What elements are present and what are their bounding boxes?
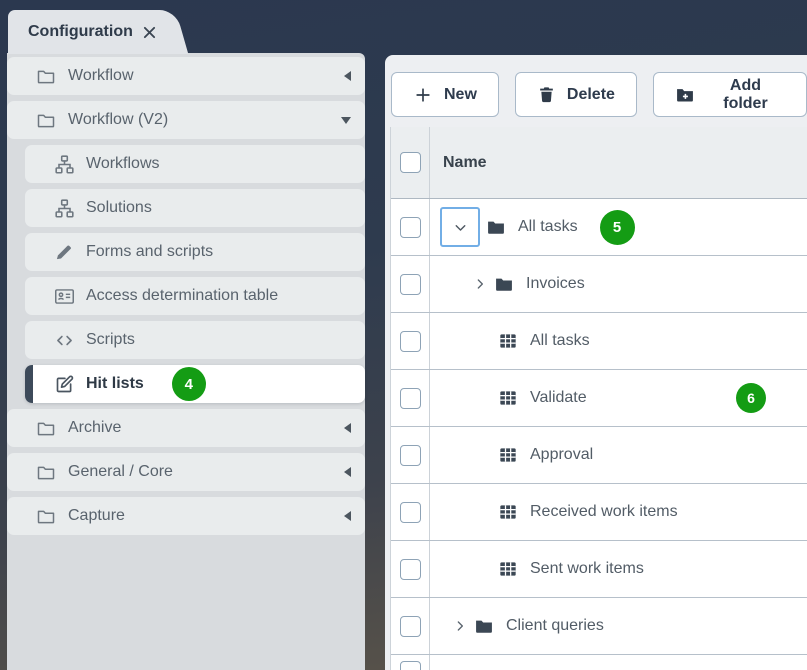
folder-icon xyxy=(35,461,57,483)
chevron-down-icon xyxy=(452,219,469,236)
new-button-label: New xyxy=(444,85,477,103)
folder-icon xyxy=(35,417,57,439)
grid-icon xyxy=(498,331,518,351)
row-checkbox[interactable] xyxy=(399,661,421,670)
sitemap-icon xyxy=(53,153,75,175)
sidebar-item-label: Hit lists xyxy=(86,375,144,392)
row-label: Validate xyxy=(530,389,587,406)
row-label: All tasks xyxy=(518,218,578,235)
row-label: Client queries xyxy=(506,617,604,634)
folder-icon xyxy=(35,65,57,87)
row-checkbox[interactable] xyxy=(399,273,421,295)
toolbar: New Delete Add folder xyxy=(391,72,807,117)
sidebar: Workflow Workflow (V2) Workflows Solutio… xyxy=(7,53,365,670)
new-button[interactable]: New xyxy=(391,72,499,117)
sidebar-item-hit-lists[interactable]: Hit lists 4 xyxy=(25,365,365,403)
folder-icon xyxy=(474,616,494,636)
table-row-sent-work-items[interactable]: Sent work items xyxy=(391,541,807,598)
select-all-checkbox[interactable] xyxy=(399,152,421,173)
sidebar-item-forms-and-scripts[interactable]: Forms and scripts xyxy=(25,233,365,271)
close-icon[interactable] xyxy=(143,26,156,39)
collapse-left-icon xyxy=(344,71,351,81)
grid-icon xyxy=(498,445,518,465)
sidebar-item-workflow[interactable]: Workflow xyxy=(7,57,365,95)
collapse-left-icon xyxy=(344,467,351,477)
plus-icon xyxy=(413,85,433,105)
row-checkbox[interactable] xyxy=(399,615,421,637)
table-row-partial xyxy=(391,655,807,670)
table-row-received-work-items[interactable]: Received work items xyxy=(391,484,807,541)
folder-icon xyxy=(35,109,57,131)
sidebar-item-access-determination-table[interactable]: Access determination table xyxy=(25,277,365,315)
step-badge: 4 xyxy=(171,367,206,401)
step-badge: 6 xyxy=(736,383,766,413)
collapse-row-button[interactable] xyxy=(440,207,480,247)
tab-configuration[interactable]: Configuration xyxy=(8,10,158,54)
table-header: Name xyxy=(391,127,807,199)
tab-title: Configuration xyxy=(28,23,133,40)
table-row-approval[interactable]: Approval xyxy=(391,427,807,484)
table-row-invoices[interactable]: Invoices xyxy=(391,256,807,313)
pencil-icon xyxy=(53,241,75,263)
row-checkbox[interactable] xyxy=(399,330,421,352)
sidebar-item-label: Capture xyxy=(68,507,125,524)
sidebar-item-capture[interactable]: Capture xyxy=(7,497,365,535)
chevron-right-icon[interactable] xyxy=(472,276,488,292)
folder-icon xyxy=(494,274,514,294)
edit-icon xyxy=(53,373,75,395)
configuration-screen: Configuration Workflow Workflow (V2) Wor… xyxy=(0,0,807,670)
sidebar-item-workflows[interactable]: Workflows xyxy=(25,145,365,183)
row-checkbox[interactable] xyxy=(399,444,421,466)
add-folder-button[interactable]: Add folder xyxy=(652,72,807,117)
collapse-left-icon xyxy=(344,511,351,521)
sidebar-item-label: Workflows xyxy=(86,155,160,172)
name-column-header: Name xyxy=(443,153,487,171)
sidebar-item-solutions[interactable]: Solutions xyxy=(25,189,365,227)
folder-plus-icon xyxy=(675,85,695,105)
table-row-all-tasks[interactable]: All tasks xyxy=(391,313,807,370)
row-label: Received work items xyxy=(530,503,678,520)
row-checkbox[interactable] xyxy=(399,501,421,523)
row-label: Sent work items xyxy=(530,560,644,577)
grid-icon xyxy=(498,502,518,522)
sidebar-item-label: Access determination table xyxy=(86,287,279,304)
table-row-validate[interactable]: Validate 6 xyxy=(391,370,807,427)
trash-icon xyxy=(537,85,556,104)
sidebar-item-general-core[interactable]: General / Core xyxy=(7,453,365,491)
sidebar-item-label: Workflow (V2) xyxy=(68,111,169,128)
folder-icon xyxy=(35,505,57,527)
row-checkbox[interactable] xyxy=(399,558,421,580)
expand-down-icon xyxy=(341,116,351,124)
sidebar-item-archive[interactable]: Archive xyxy=(7,409,365,447)
id-card-icon xyxy=(53,285,75,307)
main-panel: New Delete Add folder Name All tasks 5 I… xyxy=(385,55,807,670)
row-label: Invoices xyxy=(526,275,585,292)
sitemap-icon xyxy=(53,197,75,219)
sidebar-item-label: General / Core xyxy=(68,463,173,480)
sidebar-item-workflow-v2[interactable]: Workflow (V2) xyxy=(7,101,365,139)
table-row-client-queries[interactable]: Client queries xyxy=(391,598,807,655)
sidebar-item-label: Archive xyxy=(68,419,122,436)
delete-button-label: Delete xyxy=(566,85,615,103)
table-row-all-tasks-folder[interactable]: All tasks 5 xyxy=(391,199,807,256)
hit-lists-table: Name All tasks 5 Invoices All tasks Vali… xyxy=(390,127,807,670)
row-label: Approval xyxy=(530,446,594,463)
row-checkbox[interactable] xyxy=(399,216,421,238)
sidebar-item-label: Workflow xyxy=(68,67,134,84)
add-folder-button-label: Add folder xyxy=(723,76,768,112)
sidebar-item-label: Solutions xyxy=(86,199,152,216)
row-checkbox[interactable] xyxy=(399,387,421,409)
code-icon xyxy=(53,329,75,351)
sidebar-item-scripts[interactable]: Scripts xyxy=(25,321,365,359)
folder-icon xyxy=(486,217,506,237)
delete-button[interactable]: Delete xyxy=(514,72,637,117)
grid-icon xyxy=(498,559,518,579)
collapse-left-icon xyxy=(344,423,351,433)
step-badge: 5 xyxy=(599,209,635,245)
sidebar-item-label: Forms and scripts xyxy=(86,243,214,260)
row-label: All tasks xyxy=(530,332,590,349)
grid-icon xyxy=(498,388,518,408)
sidebar-item-label: Scripts xyxy=(86,331,135,348)
chevron-right-icon[interactable] xyxy=(452,618,468,634)
